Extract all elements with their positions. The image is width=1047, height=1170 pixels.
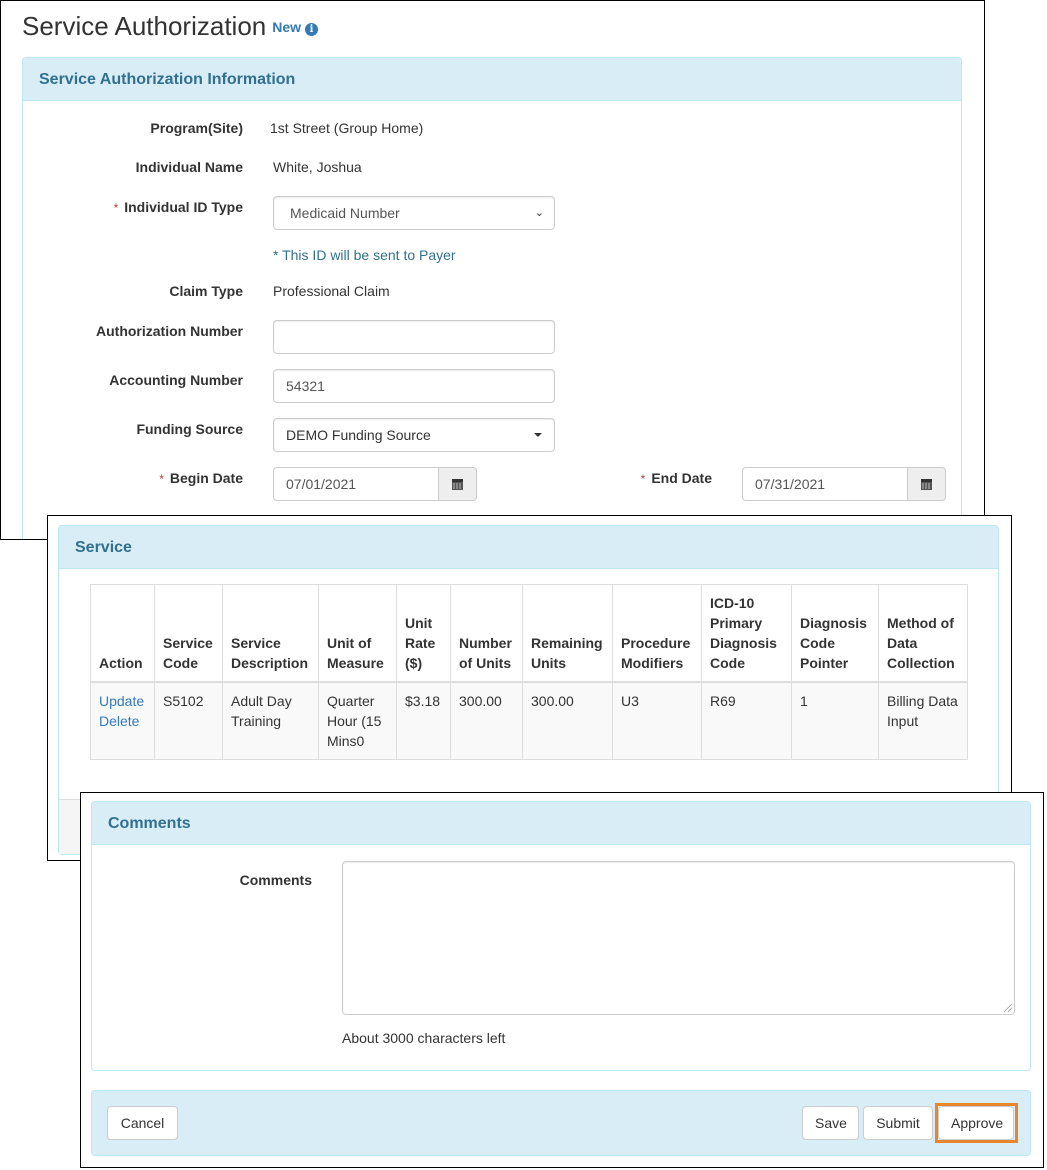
caret-down-icon [534, 433, 542, 437]
icd10-code-cell: R69 [701, 681, 792, 760]
individual-id-type-select[interactable]: Medicaid Number ⌄ [273, 196, 555, 230]
claim-type-value: Professional Claim [273, 283, 390, 299]
end-date-picker: 07/31/2021 [742, 467, 946, 501]
comments-textarea[interactable] [342, 861, 1015, 1015]
resize-handle-icon[interactable] [1004, 1004, 1012, 1012]
program-site-label: Program(Site) [150, 120, 243, 136]
column-header: Unit Rate ($) [396, 584, 451, 683]
column-header: Service Description [222, 584, 319, 683]
table-row: Update Delete S5102 Adult Day Training Q… [90, 681, 968, 760]
number-of-units-cell: 300.00 [450, 681, 523, 760]
screenshot-frame-comments: Comments Comments About 3000 characters … [80, 792, 1044, 1168]
column-header: Service Code [154, 584, 223, 683]
column-header: Remaining Units [522, 584, 613, 683]
begin-date-calendar-button[interactable] [438, 467, 477, 501]
service-description-cell: Adult Day Training [222, 681, 319, 760]
remaining-units-cell: 300.00 [522, 681, 613, 760]
authorization-number-label: Authorization Number [96, 323, 243, 339]
column-header: Unit of Measure [318, 584, 397, 683]
submit-button[interactable]: Submit [863, 1106, 933, 1140]
begin-date-label: * Begin Date [159, 470, 243, 486]
column-header: Method of Data Collection [878, 584, 968, 683]
delete-link[interactable]: Delete [99, 711, 146, 731]
calendar-icon [452, 478, 463, 490]
status-badge: New [272, 19, 302, 35]
required-mark: * [159, 472, 164, 486]
column-header: Action [90, 584, 155, 683]
column-header: Diagnosis Code Pointer [791, 584, 879, 683]
calendar-icon [921, 478, 932, 490]
comments-panel: Comments Comments About 3000 characters … [91, 801, 1031, 1071]
update-link[interactable]: Update [99, 691, 146, 711]
program-site-value: 1st Street (Group Home) [270, 120, 424, 136]
authorization-info-panel: Service Authorization Information Progra… [22, 57, 962, 539]
required-mark: * [113, 201, 119, 215]
column-header: Procedure Modifiers [612, 584, 702, 683]
data-collection-method-cell: Billing Data Input [878, 681, 968, 760]
panel-heading: Service [59, 526, 998, 569]
characters-left-text: About 3000 characters left [342, 1030, 506, 1046]
column-header: ICD-10 Primary Diagnosis Code [701, 584, 792, 683]
required-mark: * [640, 472, 646, 486]
panel-heading: Comments [92, 802, 1030, 845]
unit-of-measure-cell: Quarter Hour (15 Mins0 [318, 681, 397, 760]
individual-name-value: White, Joshua [273, 159, 362, 175]
column-header: Number of Units [450, 584, 523, 683]
begin-date-picker: 07/01/2021 [273, 467, 477, 501]
service-table: Action Service Code Service Description … [90, 584, 968, 760]
individual-id-type-label: * Individual ID Type [113, 199, 243, 215]
comments-label: Comments [239, 872, 312, 888]
id-help-text: * This ID will be sent to Payer [273, 247, 456, 263]
action-bar: Cancel Save Submit Approve [91, 1090, 1031, 1156]
end-date-label: * End Date [640, 470, 712, 486]
end-date-calendar-button[interactable] [907, 467, 946, 501]
action-cell: Update Delete [90, 681, 155, 760]
panel-heading: Service Authorization Information [23, 58, 961, 101]
table-header-row: Action Service Code Service Description … [90, 584, 968, 683]
authorization-number-input[interactable] [273, 320, 555, 354]
procedure-modifiers-cell: U3 [612, 681, 702, 760]
info-circle-icon[interactable]: i [305, 23, 319, 36]
accounting-number-input[interactable]: 54321 [273, 369, 555, 403]
end-date-input[interactable]: 07/31/2021 [742, 467, 908, 501]
diagnosis-pointer-cell: 1 [791, 681, 879, 760]
accounting-number-label: Accounting Number [109, 372, 243, 388]
begin-date-input[interactable]: 07/01/2021 [273, 467, 439, 501]
funding-source-label: Funding Source [136, 421, 243, 437]
save-button[interactable]: Save [802, 1106, 859, 1140]
funding-source-select[interactable]: DEMO Funding Source [273, 418, 555, 452]
unit-rate-cell: $3.18 [396, 681, 451, 760]
approve-button[interactable]: Approve [938, 1106, 1014, 1140]
page-title: Service Authorization New i [22, 11, 319, 42]
page-title-text: Service Authorization [22, 11, 267, 41]
screenshot-frame-authorization-info: Service Authorization New i Service Author… [0, 0, 985, 540]
service-code-cell: S5102 [154, 681, 223, 760]
cancel-button[interactable]: Cancel [107, 1106, 178, 1140]
claim-type-label: Claim Type [169, 283, 243, 299]
individual-name-label: Individual Name [135, 159, 243, 175]
chevron-down-icon: ⌄ [534, 207, 544, 219]
